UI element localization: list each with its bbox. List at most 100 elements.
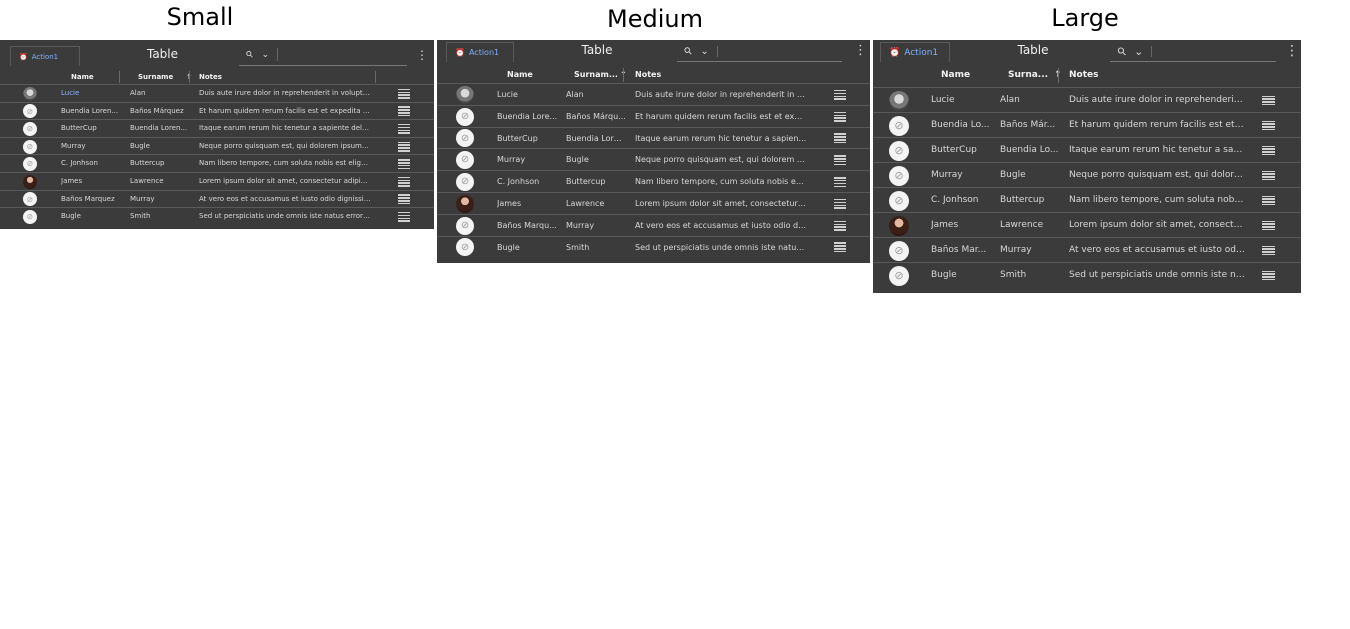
row-menu-icon[interactable] — [1261, 95, 1275, 106]
table-row[interactable]: ⊘ C. Jonhson Buttercup Nam libero tempore, … — [873, 187, 1301, 213]
toolbar: ⏰ Action1 Table ⚲ ⌄ ⋮ — [873, 40, 1301, 62]
row-menu-icon[interactable] — [398, 123, 410, 134]
row-menu-icon[interactable] — [398, 88, 410, 99]
section-title-large: Large — [1051, 4, 1119, 32]
table-row[interactable]: ⊘ C. Jonhson Buttercup Nam libero tempore, … — [437, 170, 870, 193]
column-resize-handle[interactable] — [119, 71, 120, 83]
sort-ascending-icon[interactable]: ↑ — [1054, 67, 1064, 84]
action1-button[interactable]: ⏰ Action1 — [10, 46, 80, 66]
row-menu-icon[interactable] — [834, 111, 846, 122]
cell-notes: Lorem ipsum dolor sit amet, consectetur … — [199, 177, 371, 185]
search-icon[interactable]: ⚲ — [1115, 44, 1130, 59]
cell-surname: Buttercup — [130, 159, 165, 168]
row-menu-icon[interactable] — [1261, 120, 1275, 131]
kebab-menu-icon[interactable]: ⋮ — [854, 43, 867, 58]
sort-ascending-icon[interactable]: ↑ — [620, 67, 630, 83]
row-menu-icon[interactable] — [834, 198, 846, 209]
row-menu-icon[interactable] — [398, 141, 410, 152]
kebab-menu-icon[interactable]: ⋮ — [1285, 43, 1299, 59]
column-header-surname[interactable]: Surna... — [1008, 67, 1054, 84]
row-menu-icon[interactable] — [1261, 245, 1275, 256]
row-menu-icon[interactable] — [398, 159, 410, 170]
row-menu-icon[interactable] — [834, 220, 846, 231]
table-row[interactable]: Lucie Alan Duis aute irure dolor in repreh… — [873, 87, 1301, 113]
search-input[interactable]: ⚲ ⌄ — [677, 42, 842, 62]
row-menu-icon[interactable] — [398, 106, 410, 117]
table-row[interactable]: ⊘ Baños Marquez Murray At vero eos et accus… — [0, 189, 434, 209]
row-menu-icon[interactable] — [398, 211, 410, 222]
search-input[interactable]: ⚲ ⌄ — [1110, 42, 1276, 62]
cell-surname: Lawrence — [566, 199, 605, 208]
row-menu-icon[interactable] — [1261, 145, 1275, 156]
avatar — [889, 215, 909, 236]
row-menu-icon[interactable] — [398, 194, 410, 205]
table-row[interactable]: Lucie Alan Duis aute irure dolor in repreh… — [0, 84, 434, 103]
no-image-icon: ⊘ — [23, 157, 37, 172]
column-header-name[interactable]: Name — [941, 67, 986, 84]
table-row[interactable]: ⊘ Murray Bugle Neque porro quisquam est, qu… — [437, 148, 870, 171]
row-menu-icon[interactable] — [834, 89, 846, 100]
table-row[interactable]: ⊘ C. Jonhson Buttercup Nam libero tempore, … — [0, 154, 434, 173]
no-image-icon: ⊘ — [23, 139, 37, 154]
row-menu-icon[interactable] — [1261, 170, 1275, 181]
table-row[interactable]: ⊘ Buendia Loren... Baños Márquez Et harum q… — [0, 101, 434, 121]
table-row[interactable]: ⊘ Buendia Lo... Baños Már... Et harum quide… — [873, 112, 1301, 138]
column-header-notes[interactable]: Notes — [1069, 67, 1129, 84]
row-menu-icon[interactable] — [834, 155, 846, 166]
column-resize-handle[interactable] — [189, 71, 190, 83]
alarm-clock-icon: ⏰ — [19, 52, 28, 61]
table-row[interactable]: ⊘ ButterCup Buendia Lore... Itaque earum re… — [437, 126, 870, 150]
no-image-icon: ⊘ — [456, 129, 474, 148]
chevron-down-icon[interactable]: ⌄ — [1134, 45, 1143, 58]
table-row[interactable]: ⊘ Baños Mar... Murray At vero eos et accusa… — [873, 237, 1301, 263]
table-row[interactable]: Lucie Alan Duis aute irure dolor in repreh… — [437, 83, 870, 106]
row-menu-icon[interactable] — [1261, 270, 1275, 281]
kebab-menu-icon[interactable]: ⋮ — [416, 48, 428, 62]
row-menu-icon[interactable] — [1261, 220, 1275, 231]
cell-name: James — [931, 220, 959, 230]
action1-button[interactable]: ⏰ Action1 — [446, 42, 514, 62]
table-row[interactable]: ⊘ Baños Marqu... Murray At vero eos et accu… — [437, 213, 870, 237]
table-row[interactable]: James Lawrence Lorem ipsum dolor sit amet,… — [437, 192, 870, 215]
search-input[interactable]: ⚲ ⌄ — [239, 44, 407, 66]
alarm-clock-icon: ⏰ — [455, 48, 465, 57]
table-row[interactable]: ⊘ Bugle Smith Sed ut perspiciatis unde omni… — [873, 262, 1301, 288]
action1-label: Action1 — [468, 48, 500, 57]
avatar — [456, 194, 474, 213]
column-header-surname[interactable]: Surnam... — [574, 67, 620, 83]
table-row[interactable]: ⊘ ButterCup Buendia Loren... Itaque earum r… — [0, 119, 434, 138]
table-row[interactable]: ⊘ ButterCup Buendia Lo... Itaque earum reru… — [873, 137, 1301, 163]
cell-surname: Buttercup — [1000, 195, 1045, 205]
chevron-down-icon[interactable]: ⌄ — [262, 50, 270, 60]
search-icon[interactable]: ⚲ — [682, 45, 695, 58]
column-resize-handle[interactable] — [375, 71, 376, 83]
row-menu-icon[interactable] — [834, 133, 846, 144]
row-menu-icon[interactable] — [398, 176, 410, 187]
column-header-notes[interactable]: Notes — [199, 70, 259, 84]
sort-ascending-icon[interactable]: ↑ — [186, 70, 196, 84]
cell-notes: Itaque earum rerum hic tenetur a sapi... — [1069, 145, 1245, 155]
table-row[interactable]: ⊘ Bugle Smith Sed ut perspiciatis unde omni… — [0, 207, 434, 226]
row-menu-icon[interactable] — [834, 177, 846, 188]
row-menu-icon[interactable] — [834, 242, 846, 253]
action1-button[interactable]: ⏰ Action1 — [880, 42, 950, 62]
column-header-surname[interactable]: Surname — [138, 70, 186, 84]
column-header-name[interactable]: Name — [71, 70, 116, 84]
table-row[interactable]: ⊘ Bugle Smith Sed ut perspiciatis unde omni… — [437, 235, 870, 259]
column-resize-handle[interactable] — [1058, 68, 1059, 83]
row-menu-icon[interactable] — [1261, 195, 1275, 206]
chevron-down-icon[interactable]: ⌄ — [700, 46, 708, 57]
cell-notes: Et harum quidem rerum facilis est et exp… — [199, 106, 371, 115]
column-resize-handle[interactable] — [623, 68, 624, 82]
table-row[interactable]: James Lawrence Lorem ipsum dolor sit amet,… — [0, 172, 434, 191]
cell-notes: Et harum quidem rerum facilis est et e..… — [1069, 120, 1245, 130]
table-row[interactable]: ⊘ Buendia Lore... Baños Márqu... Et harum q… — [437, 104, 870, 128]
cell-surname: Baños Már... — [1000, 120, 1056, 130]
table-row[interactable]: ⊘ Murray Bugle Neque porro quisquam est, qu… — [0, 136, 434, 156]
table-row[interactable]: James Lawrence Lorem ipsum dolor sit amet,… — [873, 212, 1301, 238]
column-header-notes[interactable]: Notes — [635, 67, 695, 83]
cell-name: James — [61, 177, 83, 185]
table-row[interactable]: ⊘ Murray Bugle Neque porro quisquam est, qu… — [873, 162, 1301, 188]
search-icon[interactable]: ⚲ — [244, 49, 256, 61]
column-header-name[interactable]: Name — [507, 67, 552, 83]
